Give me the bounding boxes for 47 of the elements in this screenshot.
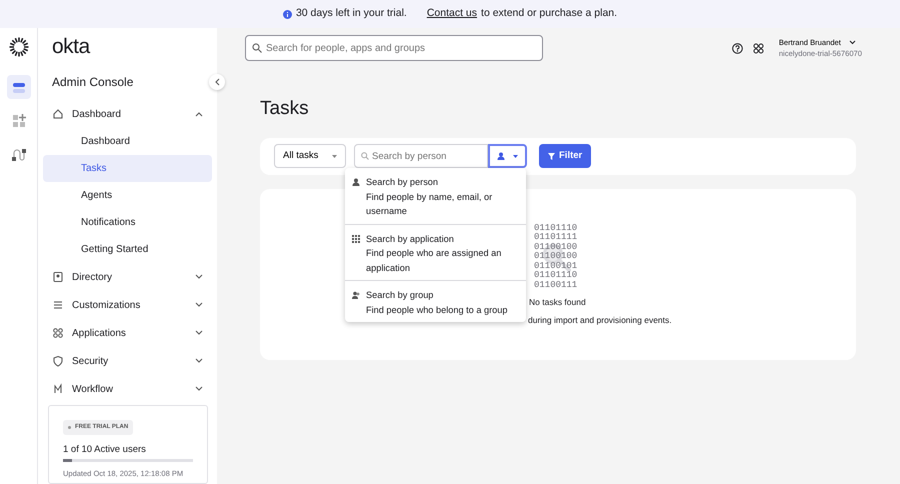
empty-title: No tasks found [529, 296, 587, 309]
info-icon [282, 10, 292, 18]
task-filter-select[interactable]: All tasks [274, 144, 346, 168]
rail-button[interactable] [6, 75, 30, 99]
chevron-left-icon [214, 78, 220, 86]
trial-message: 30 days left in your trial. [296, 6, 407, 22]
dot-icon [68, 426, 71, 429]
nav-item[interactable]: Workflow [38, 375, 217, 403]
nav-subitem[interactable]: Notifications [43, 209, 212, 236]
menu-option[interactable]: Search by person Find people by name, email, or username [345, 168, 526, 224]
global-search-field[interactable]: Search for people, apps and groups [245, 35, 543, 61]
trial-message: to extend or purchase a plan. [481, 6, 618, 22]
caret-down-icon [332, 154, 337, 158]
nav-subitem[interactable]: Getting Started [43, 236, 212, 263]
application-icon [352, 234, 360, 242]
active-users: 1 of 10 Active users [63, 443, 147, 457]
page-title: Tasks [260, 97, 310, 121]
okta-logo-icon [8, 37, 28, 57]
search-type-button[interactable] [488, 144, 527, 168]
filter-icon [548, 152, 555, 160]
okta-logo: okta [52, 34, 92, 60]
nav-item[interactable]: Directory [38, 263, 217, 291]
caret-down-icon [513, 154, 518, 158]
nav-subitem[interactable]: Tasks [43, 155, 212, 182]
binary-illustration: 01101110 01101111 01100100 01100100 01100101 01101110 01100111 [534, 224, 578, 290]
help-icon[interactable] [732, 42, 743, 54]
chevron-down-icon [848, 40, 856, 45]
empty-message: during import and provisioning events. [528, 314, 673, 326]
nav-item[interactable]: Customizations [38, 291, 217, 319]
apps-icon [52, 327, 64, 339]
person-search-field[interactable]: Search by person [354, 144, 488, 168]
nav-subitem[interactable]: Agents [43, 182, 212, 209]
collapse-button[interactable] [209, 74, 225, 90]
sidebar-title: Admin Console [52, 74, 134, 91]
nav-item[interactable]: Security [38, 347, 217, 375]
nav-item[interactable]: Dashboard [38, 100, 217, 128]
group-icon [352, 291, 360, 299]
filter-button[interactable]: Filter [539, 144, 592, 168]
home-icon [52, 108, 64, 120]
directory-icon [52, 271, 64, 283]
nav-item[interactable]: Applications [38, 319, 217, 347]
apps-icon[interactable] [752, 42, 764, 54]
nav-subitem[interactable]: Dashboard [43, 128, 212, 155]
contact-link[interactable]: Contact us [426, 6, 478, 22]
shield-icon [52, 355, 64, 367]
person-icon [497, 152, 505, 160]
person-icon [352, 178, 360, 186]
